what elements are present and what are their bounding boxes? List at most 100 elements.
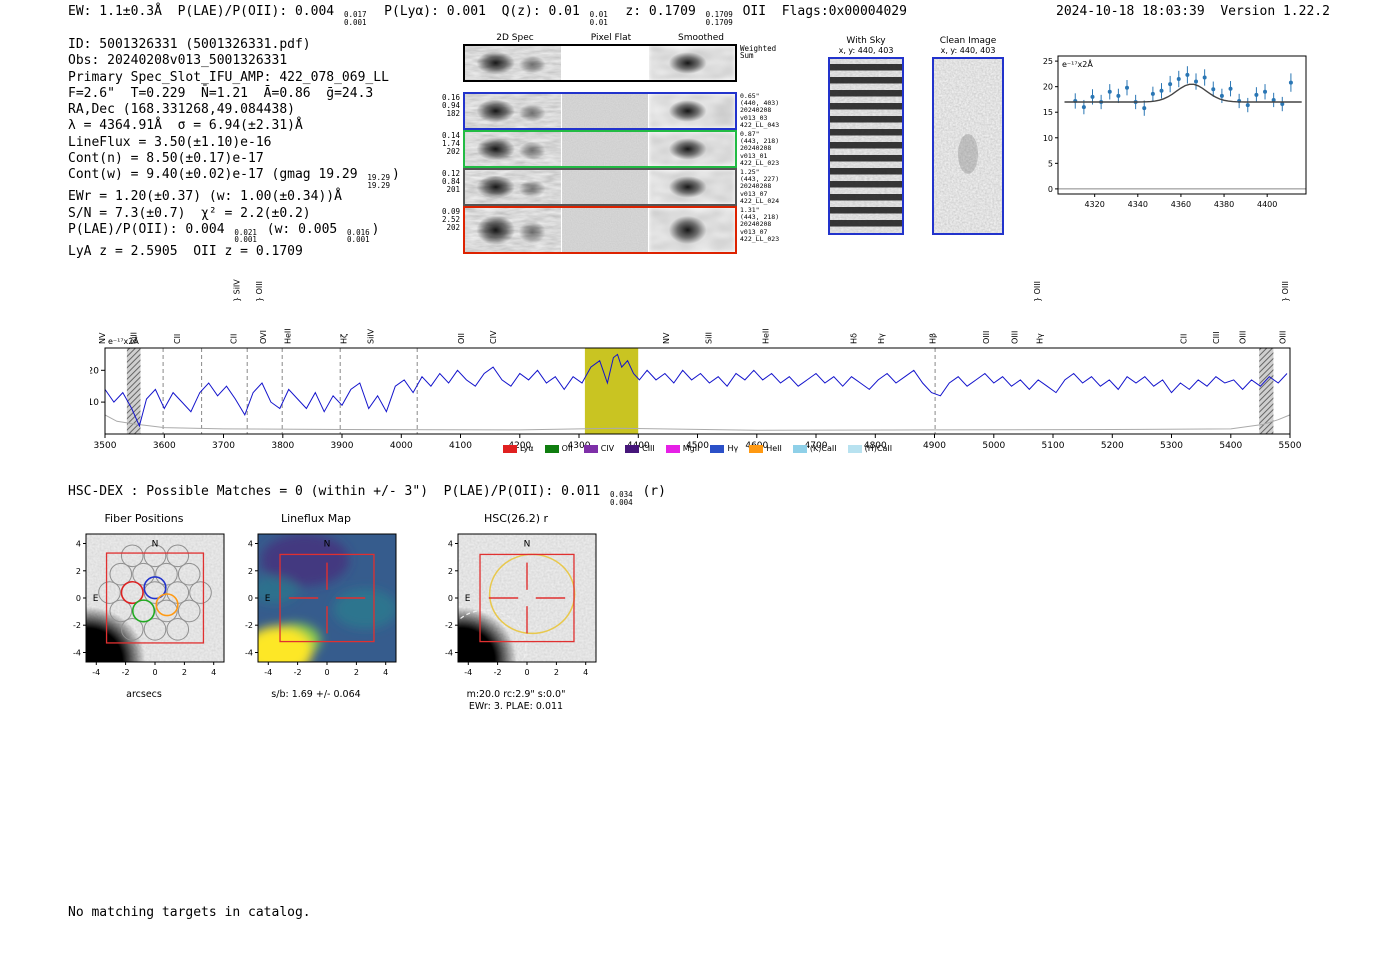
hsc-image-title: HSC(26.2) r xyxy=(483,512,549,525)
info-line: LyA z = 2.5905 OII z = 0.1709 xyxy=(68,243,303,259)
cutout-row: 0.09 2.52 202 1.31" (443, 218) 20240208 v013_0… xyxy=(440,206,800,254)
2d-spec-image xyxy=(465,208,561,252)
info-line: Obs: 20240208v013_5001326331 xyxy=(68,53,288,69)
svg-text:4320: 4320 xyxy=(1084,200,1104,209)
emission-line-label: Hγ xyxy=(1035,333,1044,344)
svg-text:4340: 4340 xyxy=(1128,200,1148,209)
emission-line-label: OIII xyxy=(982,331,991,344)
north-label: N xyxy=(524,540,531,550)
emission-line-label: OIII xyxy=(1278,331,1287,344)
with-sky-coords: x, y: 440, 403 xyxy=(838,46,894,55)
svg-text:2: 2 xyxy=(76,567,81,576)
footer-line-1: No matching targets in catalog. xyxy=(68,905,311,920)
data-point xyxy=(1090,94,1095,99)
sky-absorption-band xyxy=(126,348,141,434)
svg-text:4400: 4400 xyxy=(1257,200,1277,209)
svg-text:4: 4 xyxy=(76,540,81,549)
stacked-uncertainty: 0.017 0.001 xyxy=(343,10,367,27)
with-sky-title: With Sky xyxy=(846,36,886,46)
lineflux-map-svg: -4 -4 -2 -2 0 0 2 2 4 4 N E xyxy=(245,533,397,677)
svg-text:-4: -4 xyxy=(245,649,253,658)
emission-line-label: } OIII xyxy=(1033,281,1042,302)
emission-line-label: OVI xyxy=(259,330,268,344)
data-point xyxy=(1150,91,1155,96)
emission-line-label: HeII xyxy=(762,328,771,344)
emission-line-label: NV xyxy=(662,332,671,344)
east-label: E xyxy=(465,594,471,604)
legend-item: MgII xyxy=(665,444,699,453)
weighted-sum-label: Weighted Sum xyxy=(740,44,777,61)
legend-swatch xyxy=(847,444,862,453)
stacked-uncertainty: 0.016 0.001 xyxy=(347,227,370,245)
legend-swatch xyxy=(749,444,764,453)
emission-line-label: Hδ xyxy=(849,333,858,344)
legend-swatch xyxy=(502,444,517,453)
data-point xyxy=(1263,89,1268,94)
data-point xyxy=(1245,103,1250,108)
stacked-uncertainty: 0.1709 0.1709 xyxy=(705,10,733,27)
legend-item: Lyα xyxy=(502,444,534,453)
emission-line-label: NV xyxy=(98,332,107,344)
svg-text:2: 2 xyxy=(448,567,453,576)
weighted-sum-row: Weighted Sum xyxy=(440,44,800,82)
emission-line-label: } OIII xyxy=(1281,281,1290,302)
legend-swatch xyxy=(792,444,807,453)
data-point xyxy=(1228,86,1233,91)
svg-text:-4: -4 xyxy=(464,668,472,677)
emission-line-label: CIV xyxy=(489,330,498,344)
2d-spec-image xyxy=(465,132,561,166)
legend-swatch xyxy=(710,444,725,453)
svg-text:-2: -2 xyxy=(73,621,81,630)
svg-text:15: 15 xyxy=(1043,108,1053,117)
cutout-row-left-labels: 0.16 0.94 182 xyxy=(441,93,460,119)
svg-text:4: 4 xyxy=(583,668,588,677)
elixer-report-page: EW: 1.1±0.3Å P(LAE)/P(OII): 0.004 0.017 0… xyxy=(0,0,1400,953)
data-point xyxy=(1168,82,1173,87)
emission-line-label: HeII xyxy=(284,328,293,344)
svg-text:4: 4 xyxy=(448,540,453,549)
cutout-row-right-labels: 1.31" (443, 218) 20240208 v013_07 422_LL_023 xyxy=(740,206,780,243)
info-line: LineFlux = 3.50(±1.10)e-16 xyxy=(68,134,272,150)
emission-line-label: OIII xyxy=(1239,331,1248,344)
clean-image-coords: x, y: 440, 403 xyxy=(940,46,996,55)
data-point xyxy=(1116,93,1121,98)
fiber-xlabel: arcsecs xyxy=(126,689,162,700)
data-point xyxy=(1254,92,1259,97)
full-spectrum-plot: 3500360037003800390040004100420043004400… xyxy=(88,262,1305,458)
line-fit-plot: 4320 4340 4360 4380 4400 0 5 10 15 20 25 e⁻¹⁷x2Å xyxy=(1028,46,1313,222)
fit-units-label: e⁻¹⁷x2Å xyxy=(1062,58,1093,69)
emission-line-label: CIII xyxy=(1212,331,1221,344)
cutout-row-right-labels: 0.87" (443, 218) 20240208 v013_01 422_LL_023 xyxy=(740,130,780,167)
stacked-uncertainty: 0.01 0.01 xyxy=(589,10,608,27)
cutout-row-left-labels: 0.12 0.84 201 xyxy=(441,169,460,195)
svg-text:4380: 4380 xyxy=(1214,200,1234,209)
cutout-row-left-labels: 0.14 1.74 202 xyxy=(441,131,460,157)
legend-item: (K)CaII xyxy=(792,444,837,453)
emission-line-label: CII xyxy=(230,334,239,344)
stacked-uncertainty: 19.29 19.29 xyxy=(367,173,390,190)
clean-image-panel: Clean Image x, y: 440, 403 xyxy=(925,36,1011,239)
north-label: N xyxy=(324,540,331,550)
spectrum-legend: Lyα OII CIV CIII MgII Hγ HeII (K)CaII (H)CaII xyxy=(90,444,1305,453)
lineflux-caption: s/b: 1.69 +/- 0.064 xyxy=(271,689,361,700)
svg-text:2: 2 xyxy=(182,668,187,677)
data-point xyxy=(1081,105,1086,110)
lineflux-map-panel: Lineflux Map -4 -4 -2 -2 0 0 2 2 4 4 N E s/b: 1.69 … xyxy=(230,512,402,700)
svg-text:0: 0 xyxy=(248,594,253,603)
data-point xyxy=(1211,87,1216,92)
emission-line-label: OII xyxy=(457,333,466,344)
cutout-row-right-labels: 1.25" (443, 227) 20240208 v013_07 422_LL_024 xyxy=(740,168,780,205)
hsc-caption-1: m:20.0 rc:2.9" s:0.0" xyxy=(466,689,566,700)
svg-text:2: 2 xyxy=(354,668,359,677)
svg-text:4: 4 xyxy=(383,668,388,677)
legend-item: OII xyxy=(544,444,573,453)
svg-text:-2: -2 xyxy=(245,621,253,630)
emission-line-label: Hβ xyxy=(929,333,938,344)
clean-image-title: Clean Image xyxy=(939,36,997,46)
cutout-row-left-labels: 0.09 2.52 202 xyxy=(441,207,460,233)
svg-text:20: 20 xyxy=(90,366,99,376)
north-label: N xyxy=(152,540,159,550)
hsc-match-line: HSC-DEX : Possible Matches = 0 (within +… xyxy=(68,484,666,507)
svg-text:20: 20 xyxy=(1043,83,1053,92)
svg-text:0: 0 xyxy=(76,594,81,603)
